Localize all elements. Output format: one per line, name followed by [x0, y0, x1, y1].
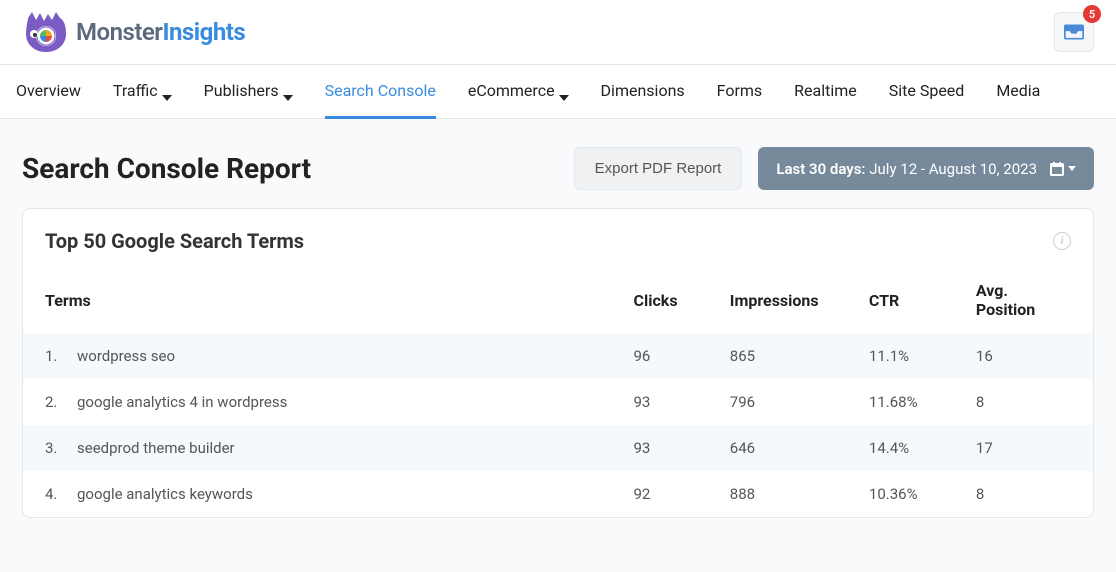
term-text: wordpress seo — [77, 347, 175, 365]
chevron-down-icon — [162, 86, 172, 96]
export-pdf-button[interactable]: Export PDF Report — [574, 147, 743, 190]
cell-ctr: 10.36% — [847, 471, 954, 517]
nav-item-label: Media — [996, 81, 1040, 100]
cell-avg: 17 — [954, 425, 1093, 471]
search-terms-card: Top 50 Google Search Terms i Terms Click… — [22, 208, 1094, 518]
nav-item-label: eCommerce — [468, 81, 555, 100]
cell-term: 4. google analytics keywords — [23, 471, 612, 517]
nav-item-label: Publishers — [204, 81, 279, 100]
table-row: 4. google analytics keywords 9288810.36%8 — [23, 471, 1093, 517]
cell-clicks: 93 — [612, 379, 708, 425]
date-range-label: Last 30 days: — [776, 160, 865, 178]
page-title: Search Console Report — [22, 152, 311, 185]
cell-avg: 16 — [954, 333, 1093, 379]
cell-impressions: 888 — [708, 471, 847, 517]
card-title: Top 50 Google Search Terms — [45, 229, 304, 253]
nav-item-search-console[interactable]: Search Console — [325, 65, 436, 119]
brand-wordmark: MonsterInsights — [76, 18, 245, 46]
cell-term: 3. seedprod theme builder — [23, 425, 612, 471]
date-range-value: July 12 - August 10, 2023 — [869, 160, 1037, 178]
main-nav: Overview Traffic Publishers Search Console e… — [0, 64, 1116, 119]
nav-item-media[interactable]: Media — [996, 65, 1040, 119]
cell-ctr: 11.1% — [847, 333, 954, 379]
cell-avg: 8 — [954, 379, 1093, 425]
nav-item-ecommerce[interactable]: eCommerce — [468, 65, 569, 119]
term-text: seedprod theme builder — [77, 439, 235, 457]
page-actions: Export PDF Report Last 30 days: July 12 … — [574, 147, 1094, 190]
table-header-row: Terms Clicks Impressions CTR Avg. Positi… — [23, 267, 1093, 333]
inbox-icon — [1064, 24, 1084, 40]
row-index: 1. — [45, 347, 61, 365]
term-text: google analytics keywords — [77, 485, 253, 503]
col-terms: Terms — [23, 267, 612, 333]
nav-item-label: Overview — [16, 81, 81, 100]
term-text: google analytics 4 in wordpress — [77, 393, 287, 411]
cell-avg: 8 — [954, 471, 1093, 517]
table-row: 3. seedprod theme builder 9364614.4%17 — [23, 425, 1093, 471]
cell-impressions: 796 — [708, 379, 847, 425]
notifications-button[interactable]: 5 — [1054, 12, 1094, 52]
cell-impressions: 646 — [708, 425, 847, 471]
col-avg-position: Avg. Position — [954, 267, 1093, 333]
notification-badge: 5 — [1083, 5, 1101, 23]
cell-term: 1. wordpress seo — [23, 333, 612, 379]
nav-item-site-speed[interactable]: Site Speed — [889, 65, 965, 119]
nav-item-realtime[interactable]: Realtime — [794, 65, 857, 119]
cell-clicks: 96 — [612, 333, 708, 379]
card-header: Top 50 Google Search Terms i — [23, 209, 1093, 267]
nav-item-dimensions[interactable]: Dimensions — [601, 65, 685, 119]
chevron-down-icon — [283, 86, 293, 96]
cell-clicks: 92 — [612, 471, 708, 517]
row-index: 4. — [45, 485, 61, 503]
cell-clicks: 93 — [612, 425, 708, 471]
brand-logo[interactable]: MonsterInsights — [22, 10, 245, 54]
col-clicks: Clicks — [612, 267, 708, 333]
top-bar: MonsterInsights 5 — [0, 0, 1116, 64]
cell-term: 2. google analytics 4 in wordpress — [23, 379, 612, 425]
nav-item-forms[interactable]: Forms — [717, 65, 763, 119]
calendar-icon — [1049, 161, 1076, 177]
chevron-down-icon — [1068, 166, 1076, 171]
col-ctr: CTR — [847, 267, 954, 333]
cell-ctr: 11.68% — [847, 379, 954, 425]
nav-item-label: Forms — [717, 81, 763, 100]
info-icon[interactable]: i — [1053, 232, 1071, 250]
monster-icon — [22, 10, 70, 54]
nav-item-label: Realtime — [794, 81, 857, 100]
cell-ctr: 14.4% — [847, 425, 954, 471]
nav-item-label: Dimensions — [601, 81, 685, 100]
chevron-down-icon — [559, 86, 569, 96]
search-terms-table: Terms Clicks Impressions CTR Avg. Positi… — [23, 267, 1093, 517]
table-row: 1. wordpress seo 9686511.1%16 — [23, 333, 1093, 379]
cell-impressions: 865 — [708, 333, 847, 379]
date-range-picker[interactable]: Last 30 days: July 12 - August 10, 2023 — [758, 147, 1094, 190]
nav-item-publishers[interactable]: Publishers — [204, 65, 293, 119]
row-index: 2. — [45, 393, 61, 411]
nav-item-overview[interactable]: Overview — [16, 65, 81, 119]
nav-item-label: Site Speed — [889, 81, 965, 100]
table-row: 2. google analytics 4 in wordpress 9379611… — [23, 379, 1093, 425]
header-actions: 5 — [1054, 12, 1094, 52]
col-impressions: Impressions — [708, 267, 847, 333]
row-index: 3. — [45, 439, 61, 457]
nav-item-label: Traffic — [113, 81, 158, 100]
page-header: Search Console Report Export PDF Report … — [0, 119, 1116, 208]
nav-item-label: Search Console — [325, 81, 436, 100]
nav-item-traffic[interactable]: Traffic — [113, 65, 172, 119]
